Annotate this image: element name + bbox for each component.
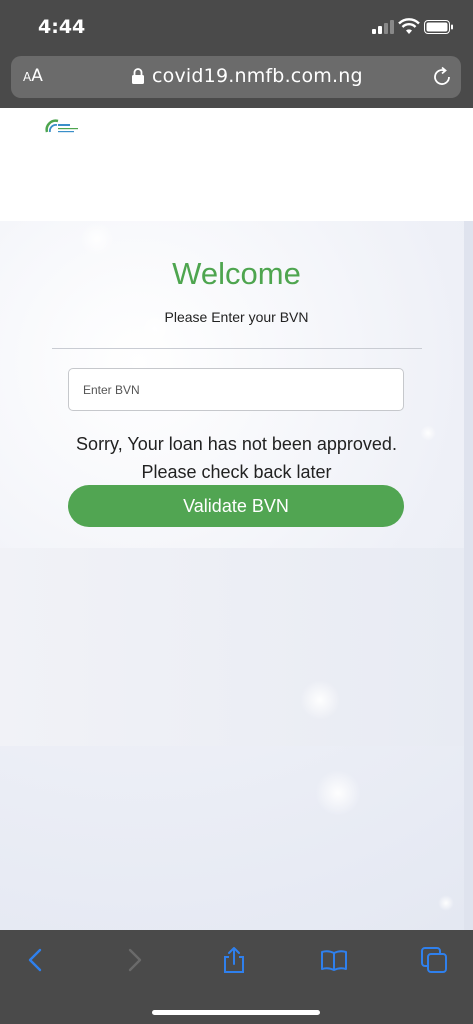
- status-message: Sorry, Your loan has not been approved. …: [0, 430, 473, 486]
- status-message-line: Please check back later: [141, 462, 332, 482]
- divider: [52, 348, 422, 349]
- url-text[interactable]: covid19.nmfb.com.ng: [152, 65, 363, 87]
- cellular-signal-icon: [372, 20, 394, 34]
- page-edge: [464, 221, 473, 930]
- battery-icon: [424, 20, 453, 34]
- bokeh-light: [300, 680, 340, 720]
- address-bar[interactable]: AA covid19.nmfb.com.ng: [11, 56, 461, 98]
- site-header: [0, 108, 473, 221]
- page-subtitle: Please Enter your BVN: [164, 309, 309, 325]
- bvn-input[interactable]: [68, 368, 404, 411]
- site-logo[interactable]: [44, 116, 80, 136]
- bookmarks-icon[interactable]: [320, 946, 348, 974]
- status-bar: 4:44: [0, 0, 473, 54]
- bokeh-light: [315, 770, 361, 816]
- page-title: Welcome: [172, 256, 301, 291]
- tabs-icon[interactable]: [420, 946, 448, 974]
- forward-icon[interactable]: [120, 946, 148, 974]
- back-icon[interactable]: [22, 946, 50, 974]
- bokeh-light: [438, 895, 454, 911]
- validate-bvn-button[interactable]: Validate BVN: [68, 485, 404, 527]
- reload-icon[interactable]: [431, 66, 453, 88]
- home-indicator: [152, 1010, 320, 1015]
- status-time: 4:44: [38, 16, 86, 38]
- status-message-line: Sorry, Your loan has not been approved.: [76, 434, 397, 454]
- text-size-button[interactable]: AA: [23, 66, 43, 86]
- browser-chrome: AA covid19.nmfb.com.ng: [0, 54, 473, 108]
- background-band: [0, 548, 464, 746]
- wifi-icon: [398, 18, 420, 34]
- bokeh-light: [80, 222, 114, 256]
- share-icon[interactable]: [220, 946, 248, 974]
- lock-icon: [132, 68, 144, 84]
